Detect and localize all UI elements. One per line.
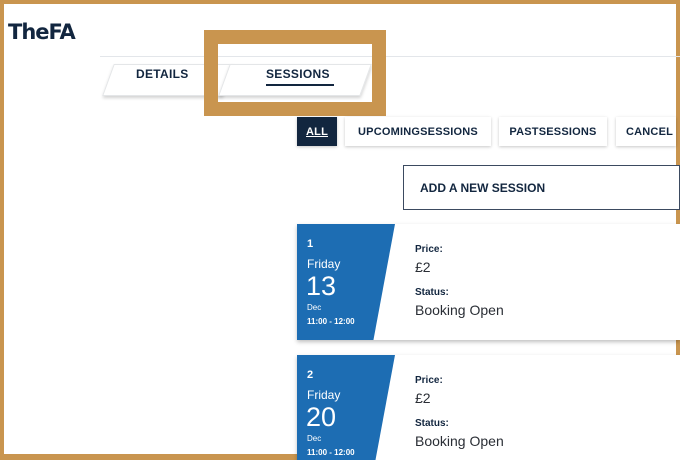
status-label: Status: — [415, 418, 449, 429]
session-date-panel: 2 Friday 20 Dec 11:00 - 12:00 — [297, 355, 395, 460]
tab-details-label[interactable]: DETAILS — [136, 67, 189, 81]
filter-all-button[interactable]: ALL — [297, 117, 337, 146]
fa-logo: TheFA — [8, 20, 76, 44]
price-label: Price: — [415, 244, 443, 255]
session-weekday: Friday — [307, 388, 341, 402]
session-number: 1 — [307, 238, 314, 250]
price-value: £2 — [415, 259, 431, 275]
session-number: 2 — [307, 369, 314, 381]
session-weekday: Friday — [307, 257, 341, 271]
session-card[interactable]: 2 Friday 20 Dec 11:00 - 12:00 Price: £2 … — [297, 355, 680, 460]
header-divider — [100, 56, 680, 57]
highlight-annotation — [204, 30, 386, 116]
session-time: 11:00 - 12:00 — [307, 448, 355, 457]
add-session-button[interactable]: ADD A NEW SESSION — [403, 165, 680, 210]
filter-upcoming-button[interactable]: UPCOMINGSESSIONS — [345, 117, 491, 146]
session-month: Dec — [307, 303, 322, 312]
session-day: 13 — [306, 271, 337, 301]
status-value: Booking Open — [415, 433, 504, 449]
price-value: £2 — [415, 390, 431, 406]
filter-past-button[interactable]: PASTSESSIONS — [499, 117, 607, 146]
filter-cancelled-button[interactable]: CANCEL — [616, 117, 676, 146]
status-label: Status: — [415, 287, 449, 298]
session-day: 20 — [306, 402, 337, 432]
session-time: 11:00 - 12:00 — [307, 317, 355, 326]
price-label: Price: — [415, 375, 443, 386]
session-date-panel: 1 Friday 13 Dec 11:00 - 12:00 — [297, 224, 395, 340]
session-card[interactable]: 1 Friday 13 Dec 11:00 - 12:00 Price: £2 … — [297, 224, 680, 340]
status-value: Booking Open — [415, 302, 504, 318]
session-month: Dec — [307, 434, 322, 443]
